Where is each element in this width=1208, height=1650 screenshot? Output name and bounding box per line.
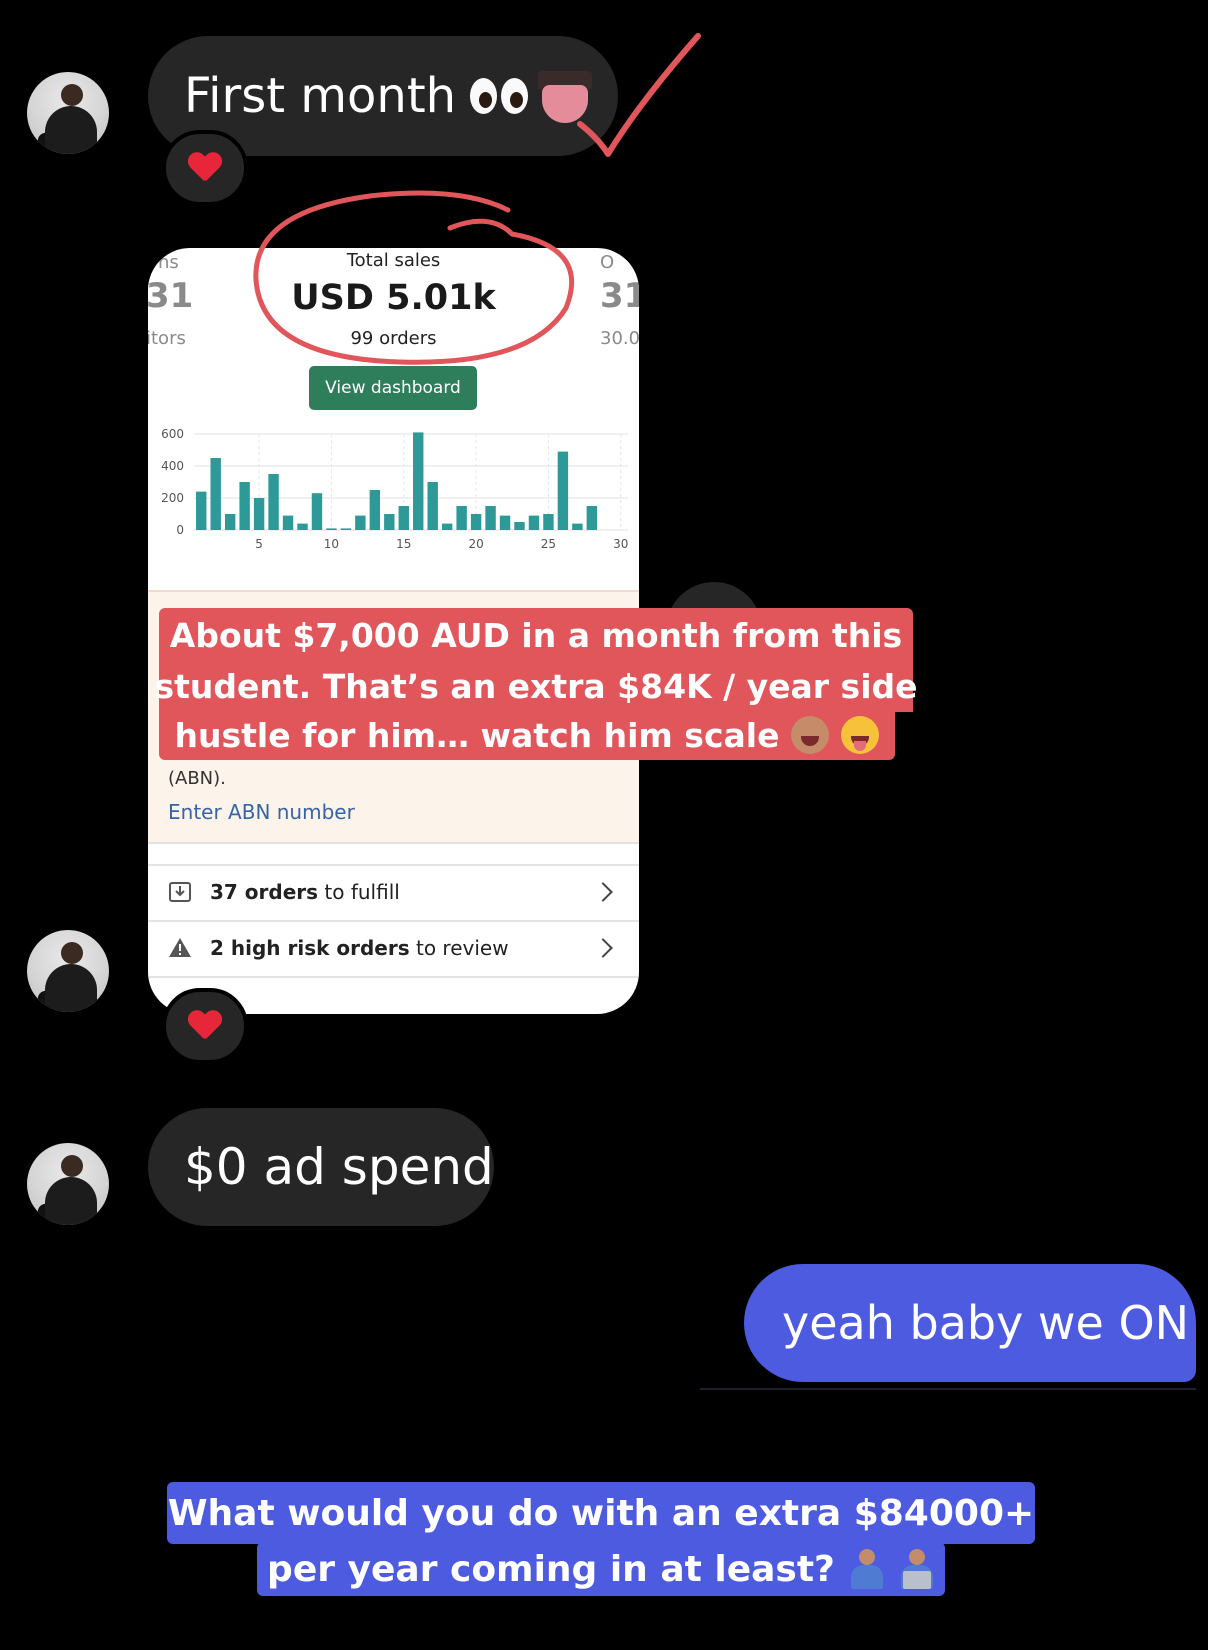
divider	[148, 976, 639, 978]
avatar-body	[45, 964, 97, 1012]
bar	[326, 528, 337, 530]
avatar-head	[61, 942, 83, 964]
avatar[interactable]	[27, 930, 109, 1012]
bar	[586, 506, 598, 530]
x-tick-label: 30	[613, 537, 628, 551]
task-row-fulfill[interactable]: 37 orders to fulfill	[148, 865, 639, 919]
avatar-body	[45, 1177, 97, 1225]
x-tick-label: 5	[255, 537, 263, 551]
bar	[311, 493, 323, 530]
x-tick-label: 15	[396, 537, 411, 551]
message-bubble-ad-spend[interactable]: $0 ad spend	[148, 1108, 494, 1226]
bar	[398, 506, 409, 530]
bar	[384, 514, 395, 530]
bar	[528, 515, 540, 530]
avatar-head	[61, 1155, 83, 1177]
right-stat-sub: 30.0	[600, 328, 639, 349]
bar	[441, 523, 453, 530]
download-box-icon	[169, 882, 191, 902]
bar	[369, 490, 381, 530]
eyes-emoji-icon	[470, 76, 530, 116]
banner-line-3: hustle for him… watch him scale	[159, 710, 895, 760]
bar	[456, 506, 467, 530]
chevron-right-icon	[593, 938, 613, 958]
bar	[557, 451, 569, 530]
bar	[340, 528, 352, 530]
avatar[interactable]	[27, 1143, 109, 1225]
checkmark-annotation-icon	[577, 33, 701, 157]
task-text: 2 high risk orders to review	[210, 936, 509, 960]
enter-abn-link[interactable]: Enter ABN number	[168, 800, 355, 824]
bar	[253, 498, 265, 530]
task-bold: 37 orders	[210, 880, 319, 904]
view-dashboard-button[interactable]: View dashboard	[309, 366, 477, 410]
bar	[239, 482, 250, 530]
bar	[427, 482, 438, 530]
caption-line: What would you do with an extra $84000+	[167, 1482, 1035, 1544]
bar	[572, 523, 583, 530]
bar	[297, 523, 308, 530]
bar	[470, 514, 482, 530]
right-stat-value: 31	[600, 276, 639, 316]
banner-line: student. That’s an extra $84K / year sid…	[155, 660, 918, 712]
bar	[514, 522, 525, 530]
task-bold: 2 high risk orders	[210, 936, 410, 960]
task-rest: to review	[409, 936, 509, 960]
heart-reaction[interactable]	[162, 988, 248, 1064]
person-gesture-emoji-icon	[791, 716, 830, 754]
y-tick-label: 600	[161, 427, 184, 441]
bar	[282, 515, 294, 530]
bar	[355, 515, 366, 530]
avatar-body	[45, 106, 97, 154]
task-row-high-risk[interactable]: 2 high risk orders to review	[148, 921, 639, 975]
warning-icon	[169, 938, 191, 957]
x-tick-label: 25	[541, 537, 556, 551]
abn-text: (ABN).	[168, 768, 226, 789]
bar	[499, 515, 511, 530]
bar	[210, 458, 221, 530]
message-text: yeah baby we ON	[782, 1296, 1190, 1350]
banner-line: About $7,000 AUD in a month from this	[159, 608, 913, 662]
chevron-right-icon	[593, 882, 613, 902]
bar	[224, 514, 236, 530]
divider	[148, 842, 639, 844]
y-tick-label: 0	[176, 523, 184, 537]
avatar-head	[61, 84, 83, 106]
message-text: First month	[184, 68, 457, 124]
message-bubble-sent[interactable]: yeah baby we ON	[744, 1264, 1196, 1382]
banner-text: hustle for him… watch him scale	[174, 715, 780, 755]
person-laptop-emoji-icon	[899, 1549, 935, 1589]
divider	[700, 1388, 1196, 1390]
heart-icon	[188, 1011, 222, 1041]
x-tick-label: 20	[468, 537, 483, 551]
bar	[543, 514, 554, 530]
caption-line-2: per year coming in at least?	[257, 1542, 945, 1596]
message-text: $0 ad spend	[184, 1138, 494, 1196]
x-tick-label: 10	[324, 537, 339, 551]
person-shrugging-emoji-icon	[849, 1549, 885, 1589]
y-tick-label: 400	[161, 459, 184, 473]
task-rest: to fulfill	[318, 880, 400, 904]
bar	[196, 491, 207, 530]
tongue-face-emoji-icon	[841, 716, 880, 754]
heart-reaction[interactable]	[162, 130, 248, 206]
caption-text: per year coming in at least?	[267, 1548, 835, 1590]
bar	[413, 432, 424, 530]
task-text: 37 orders to fulfill	[210, 880, 400, 904]
right-stat-label: O	[600, 252, 615, 273]
heart-icon	[188, 153, 222, 183]
red-circle-annotation-icon	[253, 190, 575, 365]
bar	[485, 506, 496, 530]
avatar[interactable]	[27, 72, 109, 154]
y-tick-label: 200	[161, 491, 184, 505]
bar	[268, 474, 279, 530]
